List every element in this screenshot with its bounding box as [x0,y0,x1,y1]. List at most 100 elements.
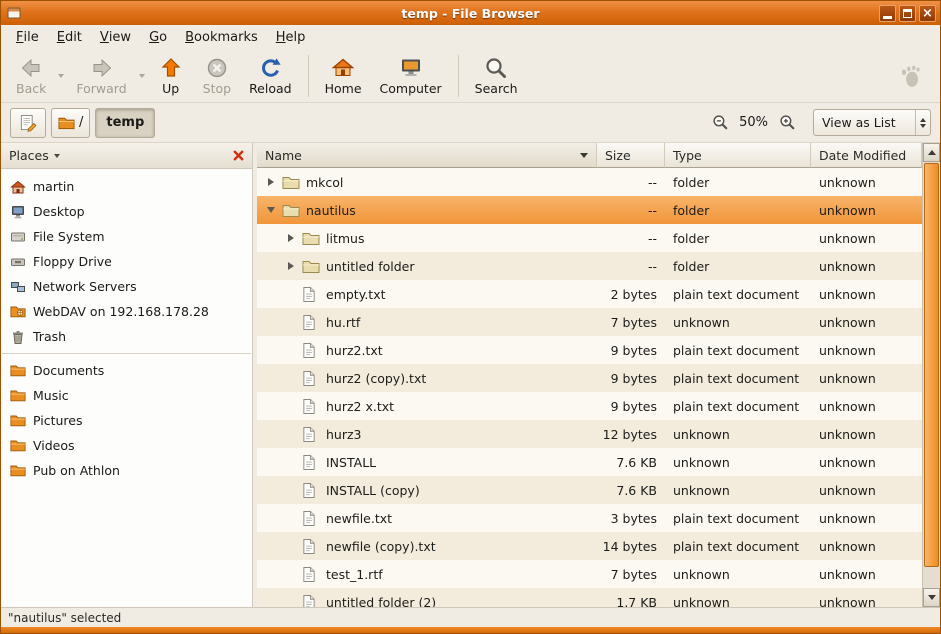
expander-collapsed[interactable] [283,262,299,270]
file-name: hurz2.txt [326,343,383,358]
sidebar-item-pub-on-athlon[interactable]: Pub on Athlon [1,458,252,483]
file-row[interactable]: untitled folder (2)1.7 KBunknownunknown [257,588,922,607]
folder-row[interactable]: nautilus--folderunknown [257,196,922,224]
file-doc-icon [302,426,320,442]
up-button[interactable]: Up [148,54,194,97]
sidebar-item-videos[interactable]: Videos [1,433,252,458]
file-type: unknown [665,595,811,608]
folder-row[interactable]: mkcol--folderunknown [257,168,922,196]
sidebar-item-documents[interactable]: Documents [1,358,252,383]
places-title[interactable]: Places [9,148,49,163]
stepper-down-icon [920,124,926,128]
scrollbar-track[interactable] [923,162,940,588]
close-sidebar-button[interactable] [230,147,247,164]
menu-bookmarks[interactable]: Bookmarks [176,25,267,49]
computer-label: Computer [380,81,442,96]
file-type: unknown [665,567,811,582]
sidebar-item-floppy-drive[interactable]: Floppy Drive [1,249,252,274]
sidebar-item-network-servers[interactable]: Network Servers [1,274,252,299]
file-row[interactable]: empty.txt2 bytesplain text documentunkno… [257,280,922,308]
sidebar-item-label: Pub on Athlon [33,463,120,478]
zoom-in-button[interactable] [775,111,799,135]
menu-help[interactable]: Help [267,25,315,49]
places-list: martin Desktop File SystemFloppy DriveNetw… [1,169,252,483]
sidebar-item-label: Desktop [33,204,85,219]
home-button[interactable]: Home [316,54,371,97]
maximize-icon [903,9,912,18]
sidebar-item-pictures[interactable]: Pictures [1,408,252,433]
file-size: 9 bytes [597,399,665,414]
sidebar-item-trash[interactable]: Trash [1,324,252,349]
sidebar-item-file-system[interactable]: File System [1,224,252,249]
file-browser-window: temp - File Browser × FileEditViewGoBook… [0,0,941,634]
file-modified: unknown [811,203,922,218]
cell-name: untitled folder (2) [257,594,597,607]
maximize-button[interactable] [899,5,916,22]
window-icon [6,5,22,21]
file-row[interactable]: hu.rtf7 bytesunknownunknown [257,308,922,336]
menu-view[interactable]: View [91,25,140,49]
menu-edit[interactable]: Edit [48,25,91,49]
scrollbar-thumb[interactable] [924,163,939,567]
folder-row[interactable]: litmus--folderunknown [257,224,922,252]
search-button[interactable]: Search [466,54,527,97]
column-header-size[interactable]: Size [597,143,665,168]
folder-orange-icon [10,413,26,429]
file-row[interactable]: INSTALL (copy)7.6 KBunknownunknown [257,476,922,504]
expander-collapsed[interactable] [263,178,279,186]
file-doc-icon [302,370,320,386]
cell-name: test_1.rtf [257,566,597,582]
column-header-type[interactable]: Type [665,143,811,168]
file-row[interactable]: newfile.txt3 bytesplain text documentunk… [257,504,922,532]
view-mode-select[interactable]: View as List [813,109,931,136]
computer-button[interactable]: Computer [371,54,451,97]
sidebar-item-webdav-on-192-168-178-28[interactable]: WebDAV on 192.168.178.28 [1,299,252,324]
column-header-date-modified[interactable]: Date Modified [811,143,922,168]
reload-button[interactable]: Reload [240,54,301,97]
stop-icon [205,56,229,80]
folder-row[interactable]: untitled folder--folderunknown [257,252,922,280]
forward-label: Forward [76,81,126,96]
sidebar-item-martin[interactable]: martin [1,174,252,199]
file-type: folder [665,203,811,218]
sidebar-item-desktop[interactable]: Desktop [1,199,252,224]
file-row[interactable]: INSTALL7.6 KBunknownunknown [257,448,922,476]
expander-collapsed[interactable] [283,234,299,242]
file-modified: unknown [811,595,922,608]
scroll-up-button[interactable] [923,143,940,162]
menu-go[interactable]: Go [140,25,176,49]
menu-file[interactable]: File [7,25,48,49]
sidebar-item-music[interactable]: Music [1,383,252,408]
edit-location-button[interactable] [10,108,46,138]
places-dropdown-icon[interactable] [54,154,60,158]
file-modified: unknown [811,539,922,554]
file-row[interactable]: hurz2 x.txt9 bytesplain text documentunk… [257,392,922,420]
places-header: Places [1,143,252,169]
close-button[interactable]: × [919,5,936,22]
zoom-out-button[interactable] [708,111,732,135]
scroll-down-button[interactable] [923,588,940,607]
forward-button: Forward [67,54,135,97]
file-name: test_1.rtf [326,567,383,582]
path-button-root[interactable]: / [51,108,90,138]
file-row[interactable]: newfile (copy).txt14 bytesplain text doc… [257,532,922,560]
titlebar[interactable]: temp - File Browser × [1,1,940,25]
file-row[interactable]: hurz2 (copy).txt9 bytesplain text docume… [257,364,922,392]
file-size: 12 bytes [597,427,665,442]
file-row[interactable]: hurz2.txt9 bytesplain text documentunkno… [257,336,922,364]
file-modified: unknown [811,511,922,526]
toolbar-separator [308,55,309,97]
status-text: "nautilus" selected [8,611,121,625]
expander-expanded[interactable] [263,207,279,213]
view-mode-stepper [915,110,930,135]
file-type: unknown [665,315,811,330]
minimize-button[interactable] [879,5,896,22]
path-button-current[interactable]: temp [95,108,155,138]
column-header-name[interactable]: Name [257,143,597,168]
file-row[interactable]: hurz312 bytesunknownunknown [257,420,922,448]
file-row[interactable]: test_1.rtf7 bytesunknownunknown [257,560,922,588]
up-icon [159,56,183,80]
file-type: plain text document [665,343,811,358]
file-type: folder [665,175,811,190]
view-mode-value: View as List [814,115,915,130]
